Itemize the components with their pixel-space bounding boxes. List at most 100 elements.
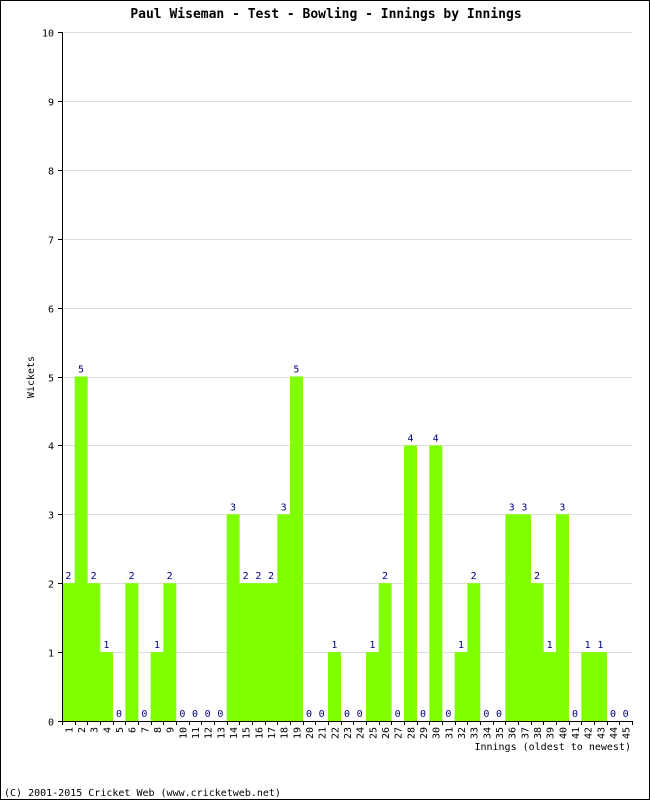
data-label: 1 (154, 640, 160, 651)
data-label: 2 (243, 571, 249, 582)
bar (530, 583, 544, 721)
x-tick-label: 20 (305, 727, 316, 739)
data-label: 2 (167, 571, 173, 582)
x-tick-label: 1 (64, 727, 75, 733)
bar (277, 514, 291, 721)
y-axis-label: Wickets (26, 356, 37, 398)
x-tick-label: 39 (546, 727, 557, 739)
data-label: 1 (585, 640, 591, 651)
data-label: 1 (547, 640, 553, 651)
bar-chart: Paul Wiseman - Test - Bowling - Innings … (4, 7, 633, 799)
data-label: 0 (445, 709, 451, 720)
x-tick-label: 2 (77, 727, 88, 733)
data-label: 0 (344, 709, 350, 720)
bar (594, 652, 607, 721)
data-label: 0 (496, 709, 502, 720)
x-tick-label: 21 (318, 727, 329, 739)
data-label: 4 (407, 433, 413, 444)
data-label: 0 (319, 709, 325, 720)
bar (74, 376, 88, 721)
y-tick-labels: 0 1 2 3 4 5 6 7 8 9 10 (42, 29, 54, 729)
data-label: 0 (116, 709, 122, 720)
data-label: 2 (268, 571, 274, 582)
x-tick-label: 35 (495, 727, 506, 739)
x-tick-label: 45 (622, 727, 633, 739)
data-label: 3 (521, 502, 527, 513)
x-tick-label: 34 (482, 727, 493, 739)
x-tick-label: 23 (343, 727, 354, 739)
bar (454, 652, 468, 721)
data-label: 2 (255, 571, 261, 582)
y-tick-label: 5 (48, 374, 54, 385)
bar (290, 376, 303, 721)
x-tick-label: 38 (533, 727, 544, 739)
x-tick-label: 27 (394, 727, 405, 739)
gridlines (62, 32, 632, 653)
bar (100, 652, 113, 721)
x-tick-label: 43 (596, 727, 607, 739)
x-tick-label: 6 (128, 727, 139, 733)
data-label: 0 (217, 709, 223, 720)
x-tick-label: 36 (508, 727, 519, 739)
x-tick-label: 22 (330, 727, 341, 739)
data-label: 0 (623, 709, 629, 720)
x-tick-label: 29 (419, 727, 430, 739)
x-tick-label: 31 (444, 727, 455, 739)
bar (556, 514, 569, 721)
bar (518, 514, 531, 721)
x-tick-label: 4 (102, 727, 113, 733)
bar (87, 583, 101, 721)
y-tick-label: 10 (42, 29, 54, 40)
x-tick-label: 8 (153, 727, 164, 733)
data-label: 1 (597, 640, 603, 651)
data-label: 1 (103, 640, 109, 651)
data-label: 0 (395, 709, 401, 720)
y-tick-label: 9 (48, 98, 54, 109)
bar (226, 514, 240, 721)
data-label: 1 (331, 640, 337, 651)
data-label: 1 (458, 640, 464, 651)
axes (58, 32, 633, 725)
bar (366, 652, 379, 721)
bar (328, 652, 341, 721)
bar (150, 652, 164, 721)
y-tick-label: 3 (48, 511, 54, 522)
y-tick-label: 7 (48, 236, 54, 247)
x-tick-label: 40 (558, 727, 569, 739)
x-tick-label: 12 (204, 727, 215, 739)
x-tick-label: 16 (254, 727, 265, 739)
data-label: 0 (610, 709, 616, 720)
x-tick-label: 17 (267, 727, 278, 739)
x-tick-label: 37 (520, 727, 531, 739)
x-tick-label: 28 (406, 727, 417, 739)
data-label: 2 (65, 571, 71, 582)
data-label: 0 (179, 709, 185, 720)
data-label: 0 (306, 709, 312, 720)
data-label: 5 (293, 365, 299, 376)
bar (62, 583, 75, 721)
data-label: 0 (357, 709, 363, 720)
x-tick-label: 3 (90, 727, 101, 733)
y-tick-label: 8 (48, 167, 54, 178)
data-label: 2 (129, 571, 135, 582)
x-tick-label: 14 (229, 727, 240, 739)
data-label: 0 (192, 709, 198, 720)
x-tick-label: 41 (571, 727, 582, 739)
bar (543, 652, 557, 721)
bar (163, 583, 177, 721)
x-tick-label: 5 (115, 727, 126, 733)
data-label: 2 (382, 571, 388, 582)
x-tick-label: 7 (140, 727, 151, 733)
data-label: 1 (369, 640, 375, 651)
y-tick-label: 2 (48, 580, 54, 591)
x-tick-label: 25 (368, 727, 379, 739)
x-tick-label: 15 (242, 727, 253, 739)
data-label: 3 (559, 502, 565, 513)
data-label: 2 (471, 571, 477, 582)
data-label: 3 (509, 502, 515, 513)
x-tick-label: 42 (584, 727, 595, 739)
bars (62, 376, 607, 721)
bar (264, 583, 278, 721)
y-tick-label: 0 (48, 718, 54, 729)
x-tick-label: 13 (216, 727, 227, 739)
